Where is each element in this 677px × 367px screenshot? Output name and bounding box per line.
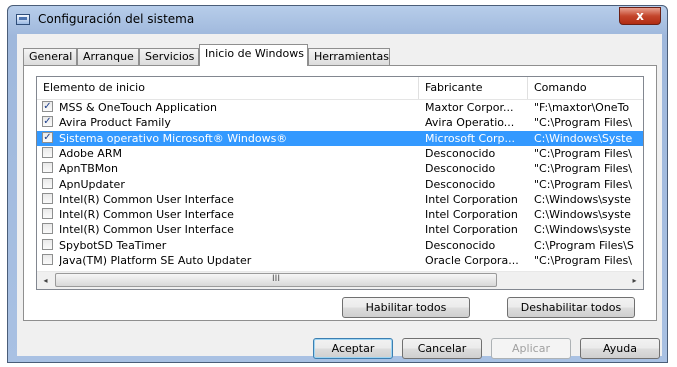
disable-all-button[interactable]: Deshabilitar todos <box>507 297 635 318</box>
startup-item-command: "C:\Program Files\ <box>534 116 632 130</box>
startup-item-command: C:\Windows\syste <box>534 208 631 222</box>
startup-item-checkbox[interactable] <box>42 238 53 250</box>
list-row[interactable]: ✓ Sistema operativo Microsoft® Windows® Mi… <box>37 130 643 146</box>
list-header: Elemento de inicio Fabricante Comando <box>37 77 643 100</box>
help-button[interactable]: Ayuda <box>580 338 660 359</box>
horizontal-scrollbar[interactable]: ◂ III ▸ <box>37 271 643 289</box>
startup-item-name: Adobe ARM <box>59 146 122 160</box>
list-row[interactable]: ✓ Avira Product Family Avira Operatio... "C… <box>37 115 643 130</box>
startup-item-manufacturer: Intel Corporation <box>425 223 518 237</box>
startup-item-name: Avira Product Family <box>59 116 171 130</box>
startup-item-name: MSS & OneTouch Application <box>59 101 217 114</box>
dialog-client-area: General Arranque Servicios Inicio de Win… <box>17 34 662 359</box>
scroll-right-arrow-icon[interactable]: ▸ <box>626 272 643 289</box>
startup-item-command: C:\Windows\syste <box>534 192 631 206</box>
column-header-startup-item[interactable]: Elemento de inicio <box>37 77 419 99</box>
startup-item-manufacturer: Oracle Corpora... <box>425 254 519 267</box>
cancel-button[interactable]: Cancelar <box>402 338 482 359</box>
startup-item-name: Intel(R) Common User Interface <box>59 208 234 222</box>
startup-item-checkbox[interactable]: ✓ <box>42 101 53 112</box>
startup-item-checkbox[interactable] <box>42 177 53 189</box>
startup-item-manufacturer: Maxtor Corpor... <box>425 101 514 114</box>
startup-item-manufacturer: Desconocido <box>425 177 496 191</box>
scroll-left-arrow-icon[interactable]: ◂ <box>37 272 54 289</box>
close-button[interactable]: x <box>619 7 661 25</box>
startup-item-name: Intel(R) Common User Interface <box>59 192 234 206</box>
startup-item-checkbox[interactable] <box>42 208 53 220</box>
apply-button[interactable]: Aplicar <box>491 338 571 359</box>
startup-item-manufacturer: Intel Corporation <box>425 192 518 206</box>
tab-general[interactable]: General <box>23 48 77 65</box>
column-header-manufacturer[interactable]: Fabricante <box>419 77 528 99</box>
list-row[interactable]: Adobe ARM Desconocido "C:\Program Files\ <box>37 146 643 161</box>
startup-item-name: ApnUpdater <box>59 177 125 191</box>
startup-item-command: "F:\maxtor\OneTo <box>534 101 630 114</box>
startup-item-checkbox[interactable] <box>42 254 53 265</box>
startup-item-manufacturer: Desconocido <box>425 238 496 252</box>
tab-servicios[interactable]: Servicios <box>139 48 199 65</box>
enable-all-button[interactable]: Habilitar todos <box>342 297 470 318</box>
startup-item-manufacturer: Desconocido <box>425 162 496 176</box>
startup-item-command: C:\Windows\Syste <box>534 131 633 145</box>
startup-item-name: Java(TM) Platform SE Auto Updater <box>59 254 252 267</box>
startup-item-manufacturer: Microsoft Corp... <box>425 131 515 145</box>
startup-item-checkbox[interactable] <box>42 146 53 158</box>
title-bar[interactable]: Configuración del sistema x <box>8 6 667 34</box>
startup-item-manufacturer: Intel Corporation <box>425 208 518 222</box>
list-row[interactable]: Java(TM) Platform SE Auto Updater Oracle … <box>37 253 643 268</box>
startup-item-command: C:\Windows\syste <box>534 223 631 237</box>
window-icon <box>16 14 30 25</box>
scroll-thumb[interactable]: III <box>55 273 497 287</box>
tab-inicio-de-windows[interactable]: Inicio de Windows <box>199 44 308 66</box>
list-row[interactable]: ApnUpdater Desconocido "C:\Program Files\ <box>37 177 643 192</box>
startup-item-checkbox[interactable] <box>42 223 53 235</box>
list-row[interactable]: ✓ MSS & OneTouch Application Maxtor Corpor… <box>37 100 643 115</box>
startup-list[interactable]: Elemento de inicio Fabricante Comando ✓ M… <box>36 76 644 290</box>
list-row[interactable]: Intel(R) Common User Interface Intel Corp… <box>37 222 643 237</box>
startup-item-name: ApnTBMon <box>59 162 118 176</box>
startup-item-checkbox[interactable] <box>42 162 53 174</box>
startup-item-name: SpybotSD TeaTimer <box>59 238 167 252</box>
window-title: Configuración del sistema <box>38 12 195 26</box>
startup-tab-panel: Elemento de inicio Fabricante Comando ✓ M… <box>23 65 657 321</box>
startup-item-checkbox[interactable]: ✓ <box>42 131 53 143</box>
startup-item-manufacturer: Desconocido <box>425 146 496 160</box>
list-row[interactable]: Intel(R) Common User Interface Intel Corp… <box>37 192 643 207</box>
list-row[interactable]: ApnTBMon Desconocido "C:\Program Files\ <box>37 161 643 176</box>
tab-herramientas[interactable]: Herramientas <box>308 48 390 65</box>
startup-item-manufacturer: Avira Operatio... <box>425 116 515 130</box>
startup-item-name: Sistema operativo Microsoft® Windows® <box>59 131 288 145</box>
list-row[interactable]: Intel(R) Common User Interface Intel Corp… <box>37 207 643 222</box>
startup-item-command: "C:\Program Files\ <box>534 162 632 176</box>
startup-item-command: "C:\Program Files\ <box>534 254 632 267</box>
startup-item-checkbox[interactable] <box>42 192 53 204</box>
system-config-window: Configuración del sistema x General Arra… <box>7 5 668 363</box>
ok-button[interactable]: Aceptar <box>313 338 393 359</box>
startup-item-checkbox[interactable]: ✓ <box>42 116 53 128</box>
startup-item-command: C:\Program Files\S <box>534 238 634 252</box>
startup-item-command: "C:\Program Files\ <box>534 177 632 191</box>
tab-arranque[interactable]: Arranque <box>77 48 139 65</box>
startup-item-command: "C:\Program Files\ <box>534 146 632 160</box>
list-row[interactable]: SpybotSD TeaTimer Desconocido C:\Program F… <box>37 238 643 253</box>
column-header-command[interactable]: Comando <box>528 77 643 99</box>
startup-item-name: Intel(R) Common User Interface <box>59 223 234 237</box>
